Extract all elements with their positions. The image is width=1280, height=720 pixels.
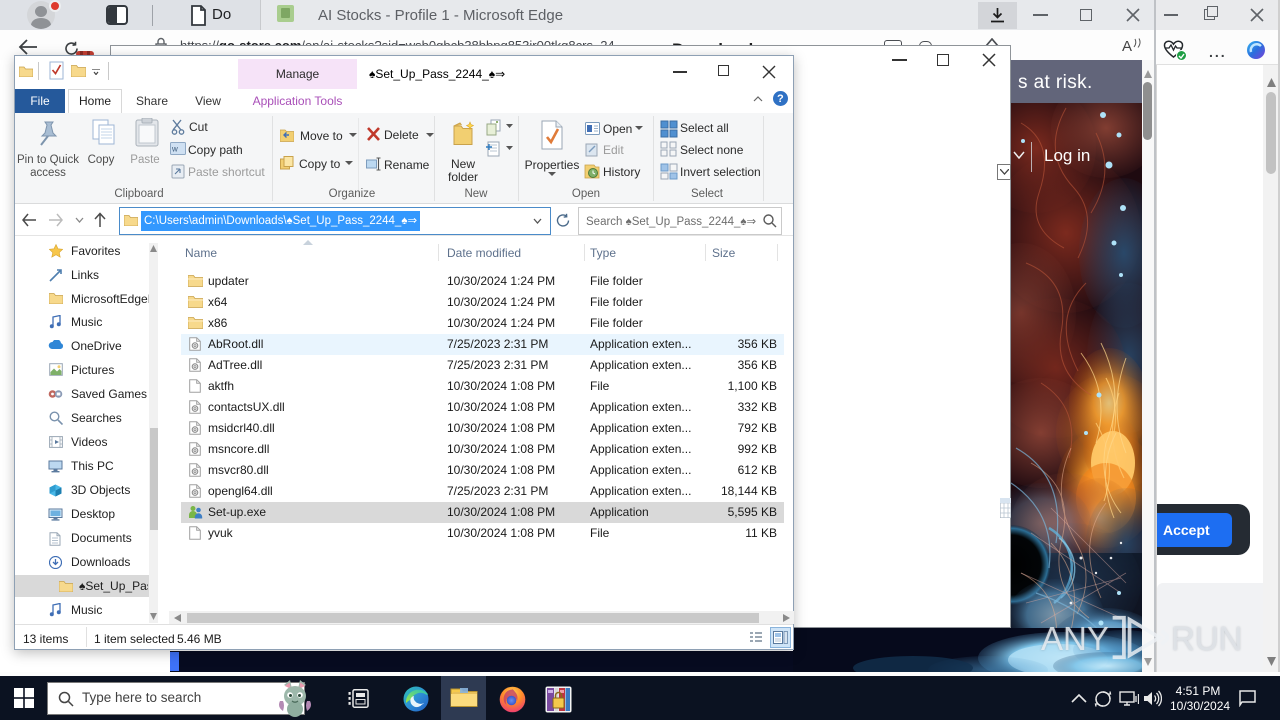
svg-text:w: w xyxy=(171,145,178,154)
